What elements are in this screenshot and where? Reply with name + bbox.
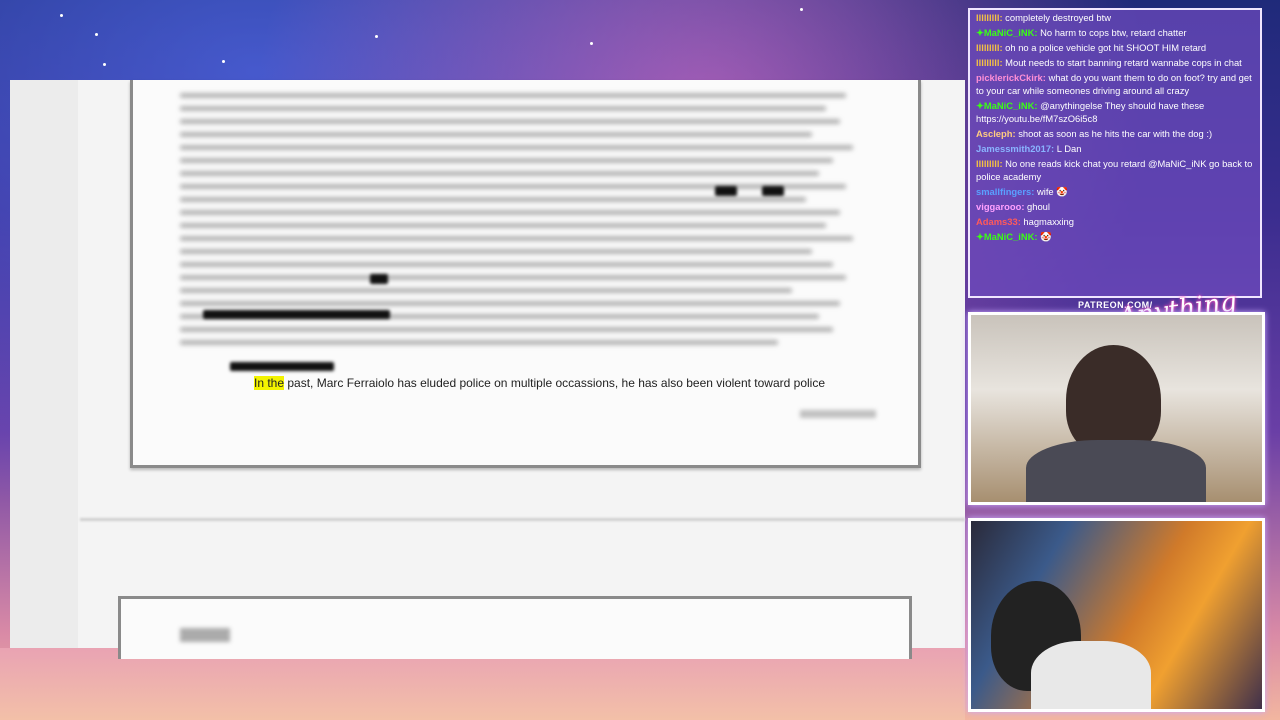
chat-message: lllllllll: Mout needs to start banning r… bbox=[970, 55, 1260, 70]
chat-username[interactable]: ✦MaNiC_iNK: bbox=[976, 231, 1038, 242]
redaction-bar bbox=[762, 186, 784, 196]
chat-message: smallfingers: wife 🤡 bbox=[970, 184, 1260, 199]
redaction-bar bbox=[715, 186, 737, 196]
chat-message: lllllllll: oh no a police vehicle got hi… bbox=[970, 40, 1260, 55]
redaction-bar bbox=[370, 274, 388, 284]
chat-username[interactable]: lllllllll: bbox=[976, 12, 1003, 23]
webcam-1 bbox=[968, 312, 1265, 505]
chat-username[interactable]: ✦MaNiC_iNK: bbox=[976, 100, 1038, 111]
streamer-head bbox=[1066, 345, 1161, 455]
text-highlight: In the bbox=[254, 376, 285, 390]
page-divider bbox=[80, 518, 965, 521]
highlighted-sentence[interactable]: In the past, Marc Ferraiolo has eluded p… bbox=[254, 376, 825, 390]
chat-text: hagmaxxing bbox=[1020, 216, 1074, 227]
blurred-header bbox=[180, 628, 230, 642]
chat-text: No harm to cops btw, retard chatter bbox=[1037, 27, 1187, 38]
chat-text: completely destroyed btw bbox=[1002, 12, 1111, 23]
chat-text: ghoul bbox=[1024, 201, 1050, 212]
chat-username[interactable]: smallfingers: bbox=[976, 186, 1034, 197]
chat-message: ✦MaNiC_iNK: 🤡 bbox=[970, 229, 1260, 244]
chat-message: ✦MaNiC_iNK: @anythingelse They should ha… bbox=[970, 98, 1260, 126]
chat-text: No one reads kick chat you retard @MaNiC… bbox=[976, 158, 1253, 182]
chat-message: lllllllll: No one reads kick chat you re… bbox=[970, 156, 1260, 184]
chat-username[interactable]: picklerickCkirk: bbox=[976, 72, 1046, 83]
star bbox=[590, 42, 593, 45]
chat-username[interactable]: lllllllll: bbox=[976, 158, 1003, 169]
star bbox=[375, 35, 378, 38]
chat-username[interactable]: Jamessmith2017: bbox=[976, 143, 1054, 154]
sentence-text: past, Marc Ferraiolo has eluded police o… bbox=[284, 376, 825, 390]
chat-overlay: lllllllll: completely destroyed btw ✦MaNi… bbox=[968, 8, 1262, 298]
chat-text: shoot as soon as he hits the car with th… bbox=[1015, 128, 1213, 139]
next-document-page bbox=[118, 596, 912, 659]
chat-message: lllllllll: completely destroyed btw bbox=[970, 10, 1260, 25]
star bbox=[103, 63, 106, 66]
chat-message: viggarooo: ghoul bbox=[970, 199, 1260, 214]
chat-message: Jamessmith2017: L Dan bbox=[970, 141, 1260, 156]
star bbox=[222, 60, 225, 63]
redaction-bar bbox=[203, 310, 390, 319]
chat-message: Ascleph: shoot as soon as he hits the ca… bbox=[970, 126, 1260, 141]
chat-text: L Dan bbox=[1054, 143, 1082, 154]
star bbox=[800, 8, 803, 11]
chat-message: ✦MaNiC_iNK: No harm to cops btw, retard … bbox=[970, 25, 1260, 40]
redaction-bar bbox=[230, 362, 334, 371]
chat-text: Mout needs to start banning retard wanna… bbox=[1002, 57, 1242, 68]
chat-username[interactable]: lllllllll: bbox=[976, 57, 1003, 68]
star bbox=[95, 33, 98, 36]
webcam-2 bbox=[968, 518, 1265, 712]
person-shirt bbox=[1031, 641, 1151, 709]
chat-username[interactable]: Adams33: bbox=[976, 216, 1021, 227]
chat-text: 🤡 bbox=[1037, 231, 1052, 242]
blurred-document-text bbox=[180, 85, 860, 375]
chat-username[interactable]: lllllllll: bbox=[976, 42, 1003, 53]
chat-username[interactable]: Ascleph: bbox=[976, 128, 1016, 139]
chat-text: wife 🤡 bbox=[1034, 186, 1068, 197]
chat-message: picklerickCkirk: what do you want them t… bbox=[970, 70, 1260, 98]
star bbox=[60, 14, 63, 17]
page-number bbox=[800, 410, 876, 418]
chat-message: Adams33: hagmaxxing bbox=[970, 214, 1260, 229]
chat-username[interactable]: viggarooo: bbox=[976, 201, 1024, 212]
chat-text: oh no a police vehicle got hit SHOOT HIM… bbox=[1002, 42, 1207, 53]
chat-username[interactable]: ✦MaNiC_iNK: bbox=[976, 27, 1038, 38]
streamer-body bbox=[1026, 440, 1206, 502]
